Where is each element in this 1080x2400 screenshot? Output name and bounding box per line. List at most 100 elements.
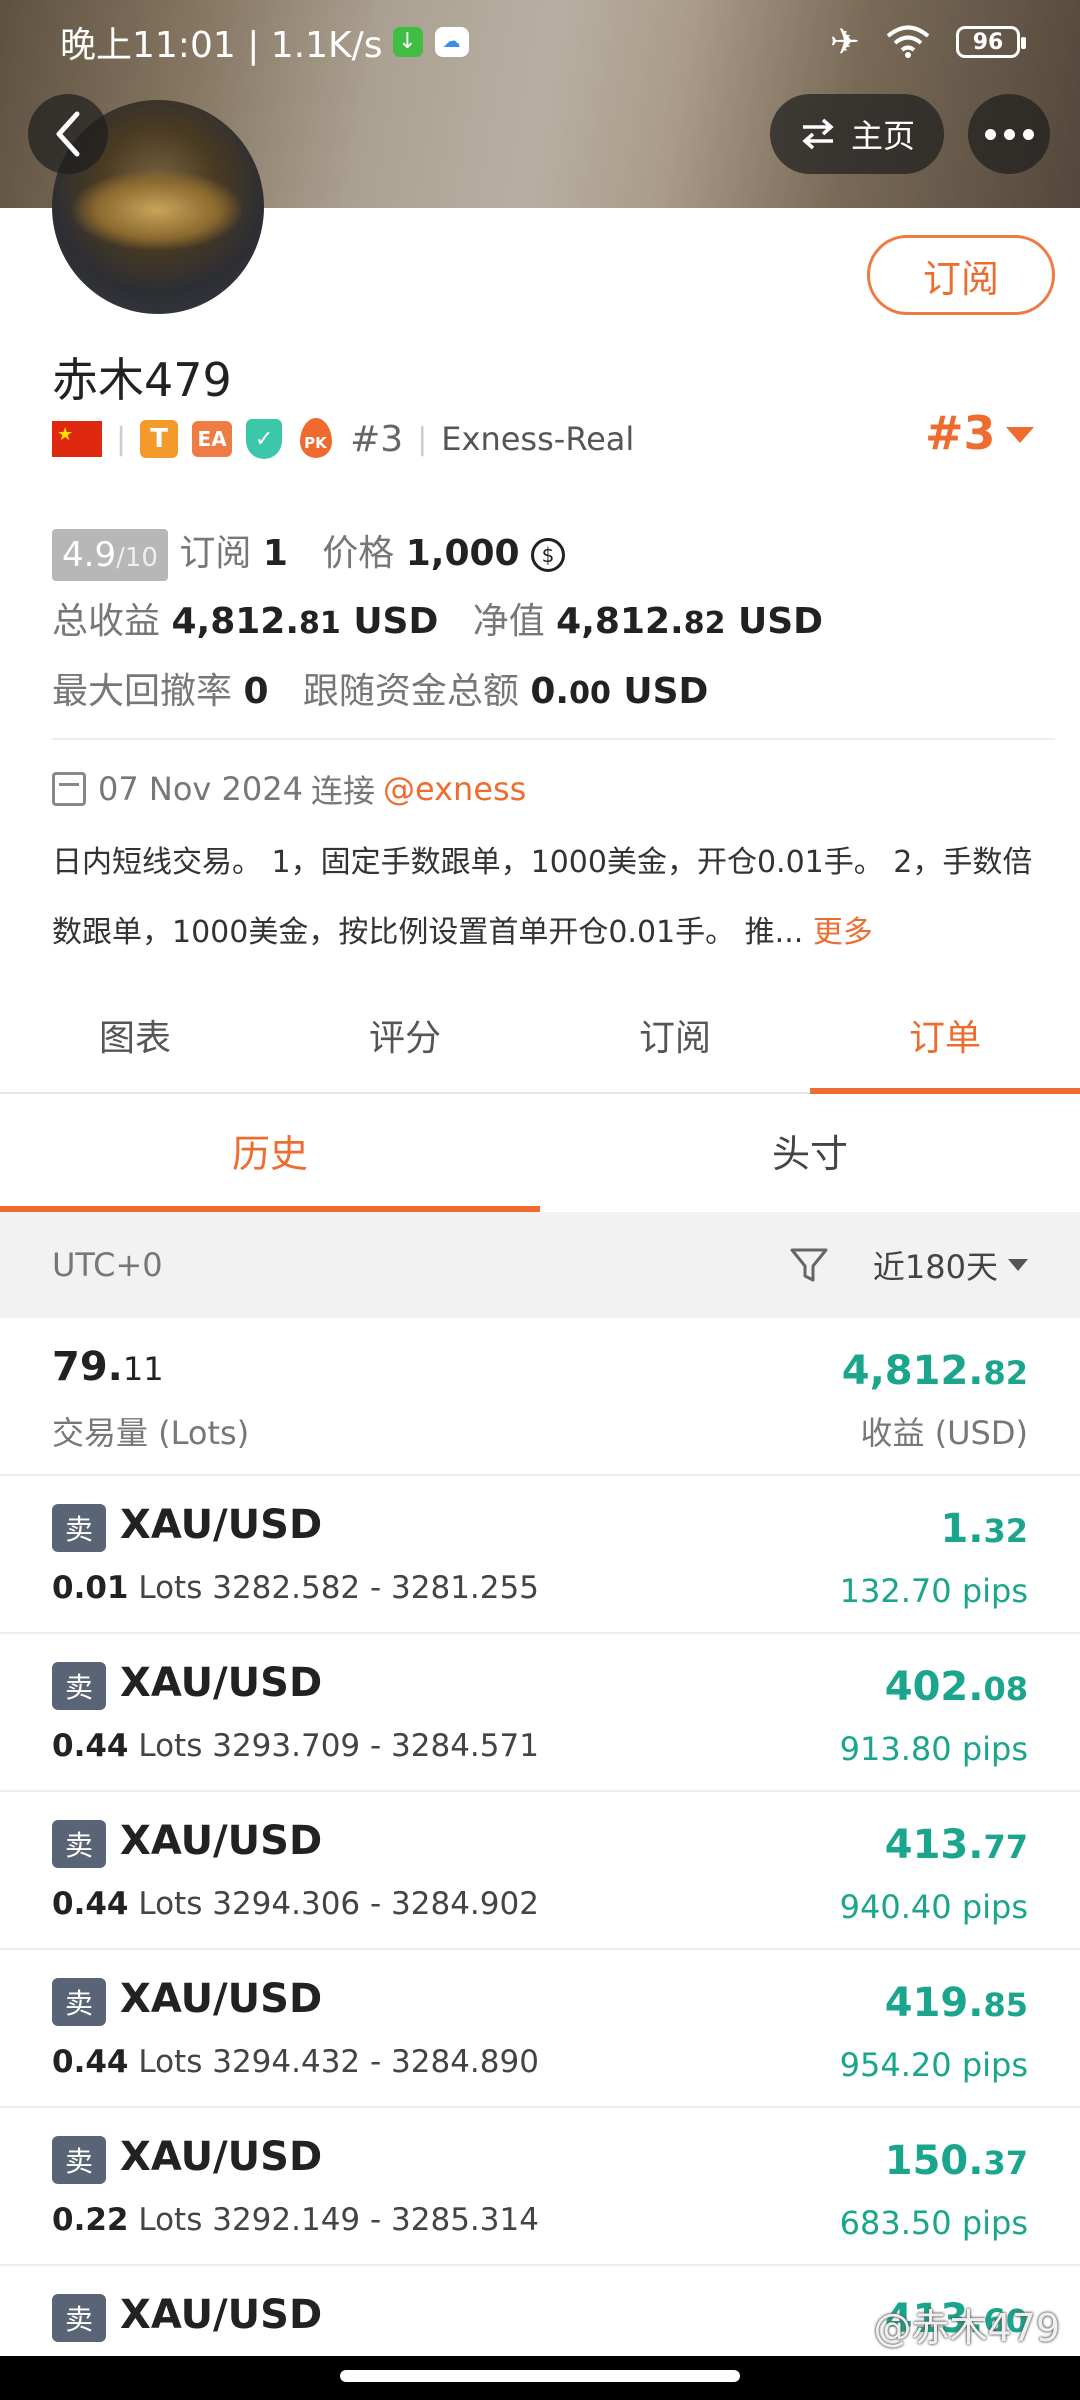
equity-label: 净值 xyxy=(472,601,545,642)
sell-badge: 卖 xyxy=(52,1504,106,1552)
order-row[interactable]: 卖 XAU/USD 0.01 Lots 3282.582 - 3281.255 … xyxy=(0,1476,1080,1634)
dot xyxy=(1003,128,1015,140)
more-button[interactable] xyxy=(968,94,1050,174)
sell-badge: 卖 xyxy=(52,1978,106,2026)
total-profit-label: 总收益 xyxy=(52,601,161,642)
order-pair: XAU/USD xyxy=(120,1818,323,1864)
separator: | xyxy=(417,421,428,457)
drawdown-label: 最大回撤率 xyxy=(52,671,233,712)
order-row[interactable]: 卖 XAU/USD 0.44 Lots 3293.709 - 3284.571 … xyxy=(0,1634,1080,1792)
home-indicator[interactable] xyxy=(340,2370,740,2382)
score-badge: 4.9/10 xyxy=(52,529,168,581)
stats-row-2: 总收益 4,812.81 USD 净值 4,812.82 USD xyxy=(52,588,823,658)
stats-row-1: 4.9/10 订阅 1 价格 1,000 $ xyxy=(52,520,823,588)
rank-label: #3 xyxy=(350,418,404,460)
trader-name: 赤木479 xyxy=(52,353,232,407)
china-flag-icon xyxy=(52,421,102,457)
sub-tabs: 历史 头寸 xyxy=(0,1096,1080,1212)
description-text: 日内短线交易。 1，固定手数跟单，1000美金，开仓0.01手。 2，手数倍数跟… xyxy=(52,845,1033,950)
order-pair: XAU/USD xyxy=(120,1976,323,2022)
system-nav-bar xyxy=(0,2356,1080,2400)
subscribe-button[interactable]: 订阅 xyxy=(867,235,1055,315)
order-pair: XAU/USD xyxy=(120,2134,323,2180)
chevron-left-icon xyxy=(56,111,80,157)
join-row: 07 Nov 2024 连接 @exness xyxy=(52,766,526,812)
drawdown-value: 0 xyxy=(243,671,269,712)
filter-icon[interactable] xyxy=(789,1245,829,1285)
coin-icon: $ xyxy=(531,538,566,572)
tab-subscriptions[interactable]: 订阅 xyxy=(540,984,810,1092)
equity-value: 4,812.82 USD xyxy=(556,601,824,642)
summary-row: 79.11 交易量 (Lots) 4,812.82 收益 (USD) xyxy=(0,1318,1080,1476)
bull-image xyxy=(72,170,242,250)
order-detail: 0.44 Lots 3293.709 - 3284.571 xyxy=(52,1728,539,1764)
order-pnl: 419.85 xyxy=(884,1980,1028,2026)
pk-flame-icon: PK xyxy=(296,418,336,460)
stats-block: 4.9/10 订阅 1 价格 1,000 $ 总收益 4,812.81 USD … xyxy=(52,520,823,728)
cloud-icon: ☁ xyxy=(434,27,469,57)
order-pips: 913.80 pips xyxy=(839,1730,1028,1768)
order-detail: 0.44 Lots 3294.306 - 3284.902 xyxy=(52,1886,539,1922)
home-button[interactable]: 主页 xyxy=(770,94,944,174)
tag-t-icon: T xyxy=(140,420,179,458)
order-pair: XAU/USD xyxy=(120,1502,323,1548)
range-label: 近180天 xyxy=(872,1248,998,1286)
home-label: 主页 xyxy=(850,117,915,155)
total-profit-value: 4,812.81 USD xyxy=(171,601,439,642)
timezone-label: UTC+0 xyxy=(52,1246,163,1284)
tab-orders[interactable]: 订单 xyxy=(810,984,1080,1094)
stats-row-3: 最大回撤率 0 跟随资金总额 0.00 USD xyxy=(52,658,823,728)
order-detail: 0.01 Lots 3282.582 - 3281.255 xyxy=(52,1570,539,1606)
order-pnl: 402.08 xyxy=(884,1664,1028,1710)
follow-value: 0.00 USD xyxy=(530,671,709,712)
main-tabs: 图表 评分 订阅 订单 xyxy=(0,984,1080,1094)
lots-label: 交易量 (Lots) xyxy=(52,1414,250,1452)
order-pair: XAU/USD xyxy=(120,1660,323,1706)
airplane-icon: ✈ xyxy=(829,21,860,63)
tab-chart[interactable]: 图表 xyxy=(0,984,270,1092)
wifi-icon xyxy=(886,25,930,58)
sell-badge: 卖 xyxy=(52,2294,106,2342)
subtab-positions[interactable]: 头寸 xyxy=(540,1096,1080,1212)
order-row[interactable]: 卖 XAU/USD 0.44 Lots 3294.306 - 3284.902 … xyxy=(0,1792,1080,1950)
connect-label: 连接 xyxy=(310,772,375,810)
order-list: 卖 XAU/USD 0.01 Lots 3282.582 - 3281.255 … xyxy=(0,1476,1080,2400)
caret-down-icon xyxy=(1005,427,1034,443)
shield-check-icon: ✓ xyxy=(246,419,283,459)
order-pnl: 150.37 xyxy=(884,2138,1028,2184)
separator: | xyxy=(116,421,127,457)
order-detail: 0.44 Lots 3294.432 - 3284.890 xyxy=(52,2044,539,2080)
subs-label: 订阅 xyxy=(179,533,252,574)
sell-badge: 卖 xyxy=(52,2136,106,2184)
follow-label: 跟随资金总额 xyxy=(302,671,519,712)
order-pips: 954.20 pips xyxy=(839,2046,1028,2084)
filter-bar: UTC+0 近180天 xyxy=(0,1212,1080,1318)
download-icon: ↓ xyxy=(392,27,423,57)
price-value: 1,000 xyxy=(405,533,520,574)
order-row[interactable]: 卖 XAU/USD 0.44 Lots 3294.432 - 3284.890 … xyxy=(0,1950,1080,2108)
price-label: 价格 xyxy=(322,533,395,574)
status-bar: 晚上11:01 | 1.1K/s ↓ ☁ ✈ 96 xyxy=(0,0,1080,84)
lots-total: 79.11 xyxy=(52,1344,164,1390)
sell-badge: 卖 xyxy=(52,1820,106,1868)
broker-name: Exness-Real xyxy=(441,420,635,458)
broker-link[interactable]: @exness xyxy=(383,770,526,808)
sell-badge: 卖 xyxy=(52,1662,106,1710)
dot xyxy=(984,128,996,140)
back-button[interactable] xyxy=(28,94,108,174)
calendar-icon xyxy=(52,772,86,806)
profit-total: 4,812.82 xyxy=(841,1348,1028,1394)
tag-ea-icon: EA xyxy=(192,421,233,457)
subtab-history[interactable]: 历史 xyxy=(0,1096,540,1212)
order-pair: XAU/USD xyxy=(120,2292,323,2338)
profit-label: 收益 (USD) xyxy=(860,1414,1028,1452)
order-row[interactable]: 卖 XAU/USD 0.22 Lots 3292.149 - 3285.314 … xyxy=(0,2108,1080,2266)
order-pnl: 1.32 xyxy=(940,1506,1028,1552)
rank-value: #3 xyxy=(925,406,996,460)
range-dropdown[interactable]: 近180天 xyxy=(873,1242,1028,1288)
join-date: 07 Nov 2024 xyxy=(98,770,303,808)
rank-dropdown[interactable]: #3 xyxy=(925,406,1034,460)
more-link[interactable]: 更多 xyxy=(813,915,873,950)
tab-rating[interactable]: 评分 xyxy=(270,984,540,1092)
divider xyxy=(52,738,1055,740)
